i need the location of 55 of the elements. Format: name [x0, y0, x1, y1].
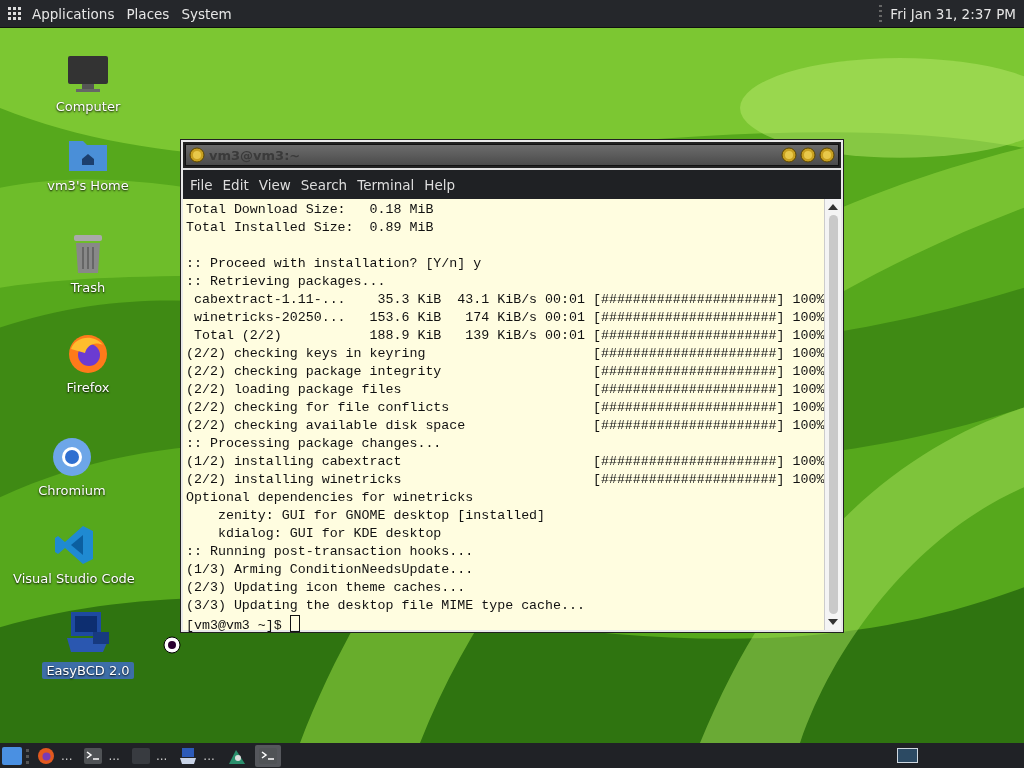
scrollbar-thumb[interactable] [828, 215, 838, 614]
terminal-line: (3/3) Updating the desktop file MIME type cache... [186, 597, 586, 615]
terminal-line: (2/2) installing winetricks [######################] 100% [186, 471, 825, 489]
terminal-line: :: Processing package changes... [186, 435, 443, 453]
terminal-line: (2/2) checking package integrity [######################] 100% [186, 363, 825, 381]
clock[interactable]: Fri Jan 31, 2:37 PM [890, 5, 1016, 22]
task-button[interactable]: ... [33, 744, 77, 767]
handle-icon [879, 4, 883, 23]
terminal-line: kdialog: GUI for KDE desktop [216, 525, 443, 543]
scroll-down-icon[interactable] [828, 618, 839, 626]
task-button[interactable]: ... [175, 744, 219, 767]
panel-menu[interactable]: Applications [30, 5, 117, 22]
menu-item[interactable]: Search [295, 176, 353, 193]
chromium-icon [51, 436, 93, 478]
task-button[interactable]: ... [80, 744, 124, 767]
terminal-icon[interactable] [84, 747, 103, 764]
terminal-line: :: Retrieving packages... [186, 273, 387, 291]
cursor-icon [163, 636, 181, 654]
terminal-line: (2/2) checking keys in keyring [######################] 100% [186, 345, 825, 363]
menu-item[interactable]: Edit [217, 176, 254, 193]
panel-menu[interactable]: System [179, 5, 234, 22]
menu-item[interactable]: File [185, 176, 218, 193]
shell-prompt: [vm3@vm3 ~]$ [186, 618, 283, 633]
desktop-icon[interactable] [2, 746, 22, 765]
terminal-line: (2/2) loading package files [######################] 100% [186, 381, 825, 399]
terminal-line: Optional dependencies for winetricks [186, 489, 475, 507]
desktop-icon-label[interactable]: EasyBCD 2.0 [42, 662, 134, 679]
terminal-line: (2/2) checking for file conflicts [######################] 100% [186, 399, 825, 417]
terminal-line: winetricks-20250... 153.6 KiB 174 KiB/s 00:01 [######################] 100% [192, 309, 825, 327]
terminal-line: (1/2) installing cabextract [######################] 100% [186, 453, 825, 471]
terminal-line: cabextract-1.11-... 35.3 KiB 43.1 KiB/s 00:01 [######################] 100% [192, 291, 825, 309]
terminal-line: :: Proceed with installation? [Y/n] y [186, 255, 483, 273]
terminal-line: (1/3) Arming ConditionNeedsUpdate... [186, 561, 475, 579]
app-grid-icon[interactable] [8, 6, 22, 21]
panel-menu[interactable]: Places [124, 5, 172, 22]
terminal-line: :: Running post-transaction hooks... [186, 543, 475, 561]
laptop-icon[interactable] [179, 746, 198, 765]
workspace-switcher[interactable] [897, 748, 918, 763]
menu-item[interactable]: Help [419, 176, 461, 193]
terminal-line: (2/3) Updating icon theme caches... [186, 579, 467, 597]
terminal-line: (2/2) checking available disk space [######################] 100% [186, 417, 825, 435]
monitor-icon [66, 54, 110, 94]
handle-icon [26, 746, 29, 765]
task-button[interactable]: ... [127, 744, 172, 767]
terminal-line: zenity: GUI for GNOME desktop [installed] [216, 507, 547, 525]
terminal-line: Total (2/2) 188.9 KiB 139 KiB/s 00:01 [######################] 100% [192, 327, 825, 345]
terminal-line: Total Installed Size: 0.89 MiB [186, 219, 435, 237]
firefox-icon [67, 333, 109, 375]
scroll-up-icon[interactable] [828, 203, 839, 211]
menu-item[interactable]: View [253, 176, 296, 193]
terminal-line: Total Download Size: 0.18 MiB [186, 201, 435, 219]
menu-item[interactable]: Terminal [352, 176, 420, 193]
desktop-icon-label[interactable]: Firefox [62, 379, 114, 396]
firefox-icon[interactable] [37, 746, 55, 765]
code-editor-icon [53, 524, 95, 566]
